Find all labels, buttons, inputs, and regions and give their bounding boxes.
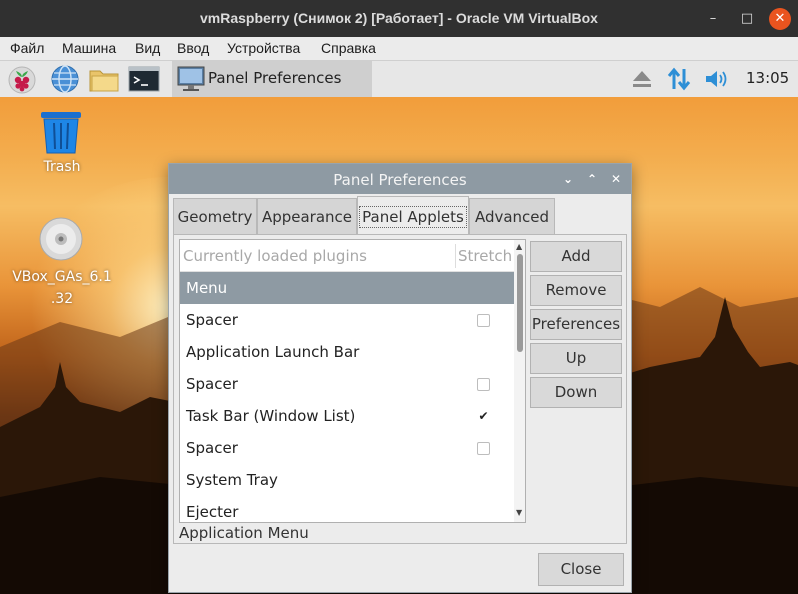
plugin-name: System Tray: [186, 471, 278, 489]
stretch-checkbox[interactable]: [477, 378, 490, 391]
terminal-icon[interactable]: [128, 63, 160, 95]
plugin-name: Spacer: [186, 311, 238, 329]
close-button[interactable]: Close: [538, 553, 624, 586]
list-item[interactable]: Application Launch Bar: [180, 336, 514, 368]
column-header-plugins[interactable]: Currently loaded plugins: [183, 247, 367, 265]
stretch-checkbox[interactable]: [477, 314, 490, 327]
plugin-name: Application Launch Bar: [186, 343, 360, 361]
file-manager-icon[interactable]: [88, 63, 120, 95]
tab-advanced[interactable]: Advanced: [469, 198, 555, 234]
web-browser-icon[interactable]: [49, 63, 81, 95]
list-item[interactable]: Spacer: [180, 368, 514, 400]
plugin-description: Application Menu: [179, 524, 309, 542]
maximize-button[interactable]: □: [736, 8, 758, 30]
menu-view[interactable]: Вид: [135, 40, 160, 56]
cd-label-line2: .32: [50, 291, 74, 307]
tab-geometry[interactable]: Geometry: [173, 198, 257, 234]
raspberry-menu-icon[interactable]: [6, 63, 38, 95]
menu-help[interactable]: Справка: [321, 40, 376, 56]
column-header-stretch[interactable]: Stretch: [458, 247, 512, 265]
window-title: vmRaspberry (Снимок 2) [Работает] - Orac…: [200, 10, 598, 26]
clock: 13:05: [746, 69, 790, 87]
trash-label: Trash: [43, 159, 81, 175]
scroll-down-arrow-icon[interactable]: ▼: [516, 508, 522, 517]
tab-panel-applets-label: Panel Applets: [359, 206, 467, 228]
column-separator: [455, 244, 456, 268]
close-window-button[interactable]: ✕: [769, 8, 791, 30]
trash-icon[interactable]: [38, 109, 84, 155]
menu-machine[interactable]: Машина: [62, 40, 116, 56]
taskbar-label: Panel Preferences: [208, 69, 342, 87]
host-titlebar: vmRaspberry (Снимок 2) [Работает] - Orac…: [0, 0, 798, 37]
plugin-name: Menu: [186, 279, 228, 297]
panel-preferences-dialog: Panel Preferences ⌄ ⌃ ✕ Geometry Appeara…: [168, 163, 632, 593]
volume-icon[interactable]: [703, 65, 731, 93]
tab-appearance[interactable]: Appearance: [257, 198, 357, 234]
monitor-icon: [177, 66, 205, 91]
list-item[interactable]: Task Bar (Window List) ✔: [180, 400, 514, 432]
up-button[interactable]: Up: [530, 343, 622, 374]
list-item[interactable]: Menu: [180, 272, 514, 304]
plugin-name: Task Bar (Window List): [186, 407, 356, 425]
plugin-name: Spacer: [186, 375, 238, 393]
dialog-close-button[interactable]: ✕: [607, 170, 625, 188]
cd-label-line1: VBox_GAs_6.1: [12, 269, 112, 285]
plugin-list[interactable]: Currently loaded plugins Stretch Menu Sp…: [179, 239, 526, 523]
remove-button[interactable]: Remove: [530, 275, 622, 306]
stretch-checkbox-checked[interactable]: ✔: [477, 410, 490, 423]
guest-panel: Panel Preferences 13:05: [0, 61, 798, 97]
plugin-name: Spacer: [186, 439, 238, 457]
menu-bar: Файл Машина Вид Ввод Устройства Справка: [0, 37, 798, 61]
network-icon[interactable]: [665, 65, 693, 93]
cd-icon[interactable]: [38, 216, 84, 262]
list-scrollbar[interactable]: ▲ ▼: [514, 240, 525, 522]
eject-icon[interactable]: [628, 65, 656, 93]
minimize-button[interactable]: –: [702, 8, 724, 30]
dialog-maximize-button[interactable]: ⌃: [583, 170, 601, 188]
list-header: Currently loaded plugins Stretch: [180, 240, 514, 272]
stretch-checkbox[interactable]: [477, 442, 490, 455]
preferences-button[interactable]: Preferences: [530, 309, 622, 340]
list-item[interactable]: System Tray: [180, 464, 514, 496]
plugin-name: Ejecter: [186, 503, 239, 521]
dialog-titlebar[interactable]: Panel Preferences ⌄ ⌃ ✕: [169, 164, 631, 194]
list-item[interactable]: Spacer: [180, 304, 514, 336]
panel-applets-page: Currently loaded plugins Stretch Menu Sp…: [173, 234, 627, 544]
menu-file[interactable]: Файл: [10, 40, 44, 56]
scroll-up-arrow-icon[interactable]: ▲: [516, 242, 522, 251]
list-item[interactable]: Spacer: [180, 432, 514, 464]
tab-panel-applets[interactable]: Panel Applets: [357, 196, 469, 235]
scroll-thumb[interactable]: [517, 254, 523, 352]
menu-input[interactable]: Ввод: [177, 40, 209, 56]
dialog-menu-button[interactable]: ⌄: [559, 170, 577, 188]
menu-devices[interactable]: Устройства: [227, 40, 300, 56]
list-item[interactable]: Ejecter: [180, 496, 514, 522]
down-button[interactable]: Down: [530, 377, 622, 408]
taskbar-panel-preferences[interactable]: Panel Preferences: [172, 61, 372, 97]
add-button[interactable]: Add: [530, 241, 622, 272]
